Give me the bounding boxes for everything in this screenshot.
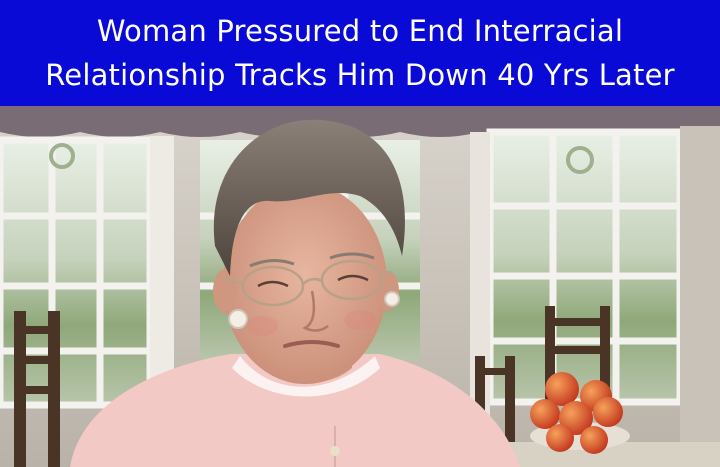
headline-line-2: Relationship Tracks Him Down 40 Yrs Late…: [45, 58, 675, 92]
photo: [0, 106, 720, 467]
headline-line-1: Woman Pressured to End Interracial: [96, 14, 624, 48]
headline-banner: Woman Pressured to End Interracial Relat…: [0, 0, 720, 106]
